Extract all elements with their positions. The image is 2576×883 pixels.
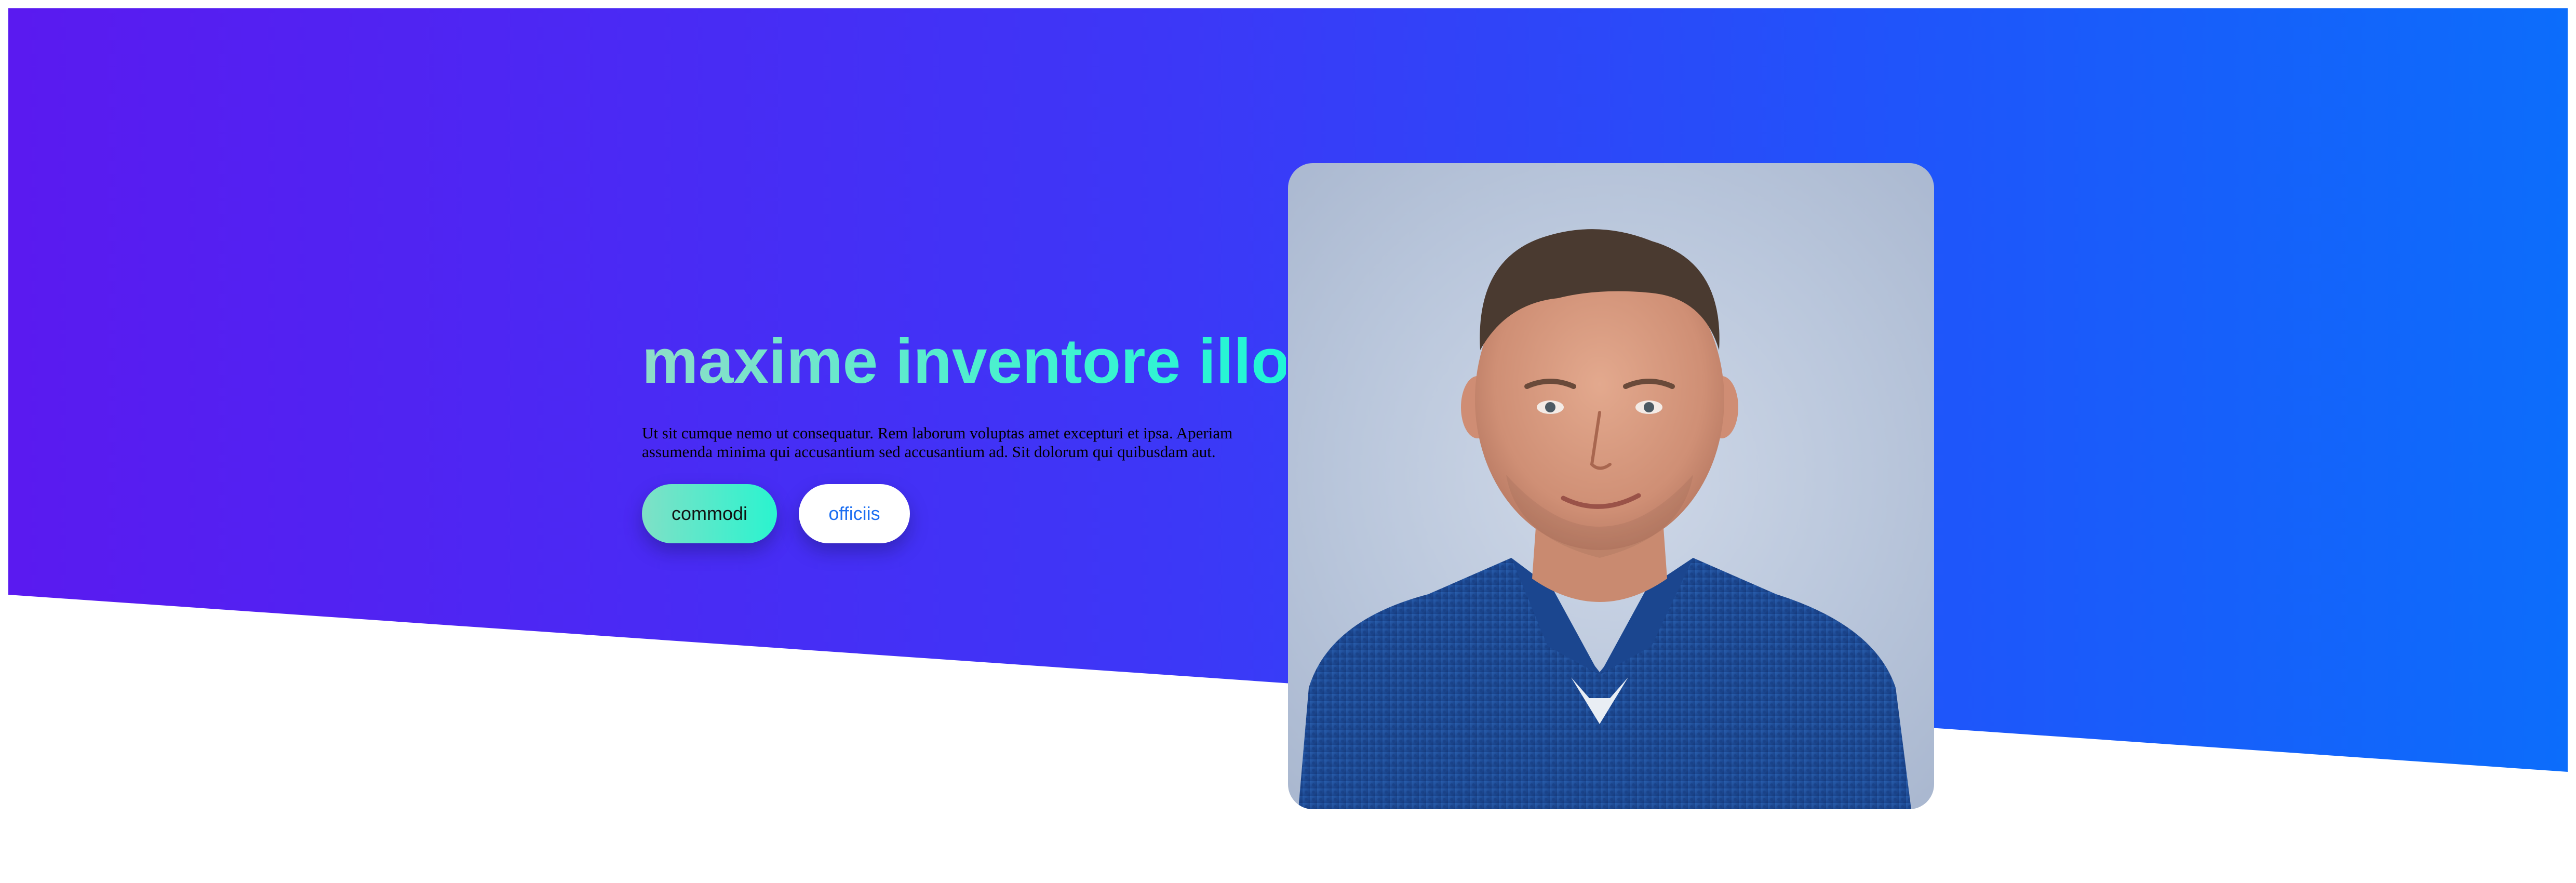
person-portrait-photo: [1298, 229, 1911, 809]
page: maxime inventore illo Ut sit cumque nemo…: [0, 0, 2576, 883]
secondary-cta-button[interactable]: officiis: [799, 484, 910, 543]
hero-button-row: commodi officiis: [642, 484, 1286, 543]
hero-description: Ut sit cumque nemo ut consequatur. Rem l…: [642, 424, 1233, 461]
hero-headline: maxime inventore illo: [642, 322, 1290, 400]
primary-cta-button[interactable]: commodi: [642, 484, 777, 543]
hero-content: maxime inventore illo Ut sit cumque nemo…: [642, 322, 1290, 543]
portrait-card: [1288, 163, 1934, 809]
